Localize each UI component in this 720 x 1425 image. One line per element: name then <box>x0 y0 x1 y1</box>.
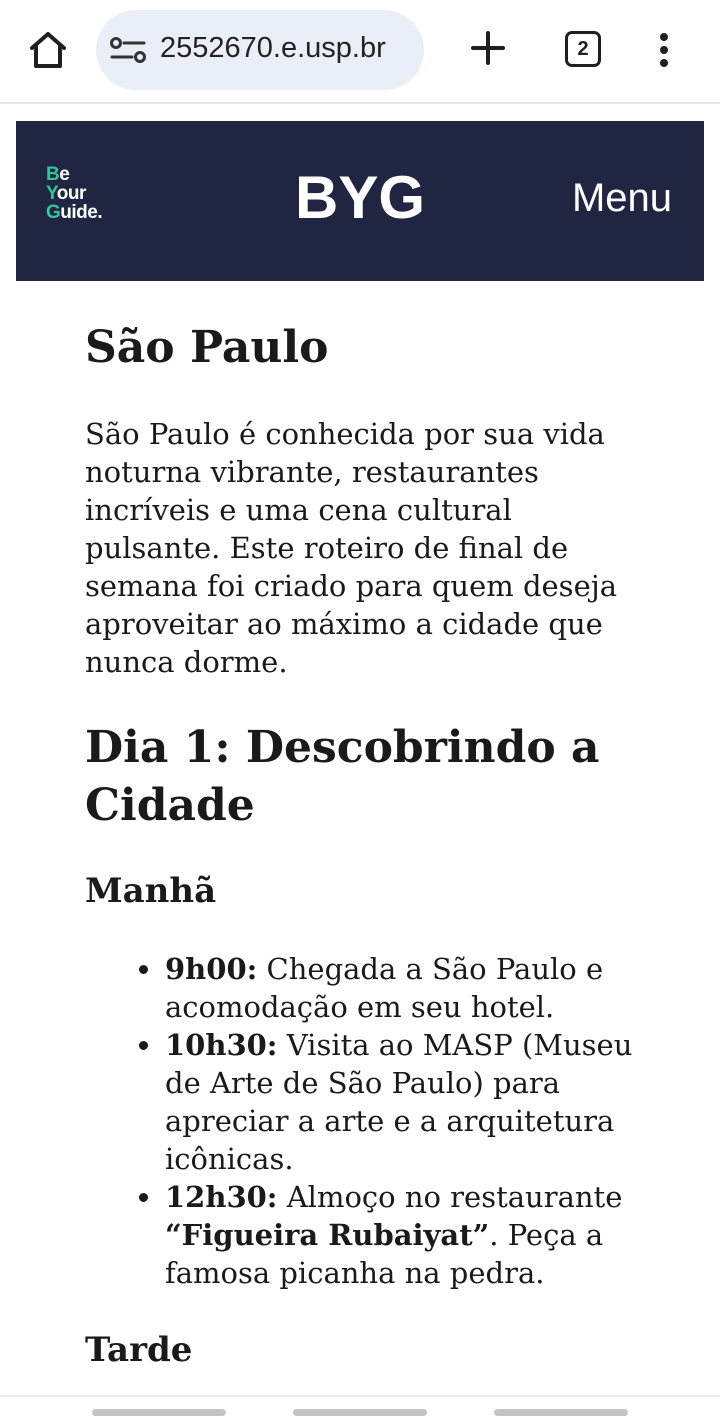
url-text: 2552670.e.usp.br <box>160 32 386 64</box>
list-item: 12h30: Almoço no restaurante “Figueira R… <box>139 1178 645 1292</box>
item-text: Almoço no restaurante <box>277 1180 623 1214</box>
day-heading: Dia 1: Descobrindo a Cidade <box>85 722 600 831</box>
address-bar[interactable]: 2552670.e.usp.br <box>96 10 424 90</box>
list-item: 9h00: Chegada a São Paulo e acomodação e… <box>139 950 645 1026</box>
morning-list: 9h00: Chegada a São Paulo e acomodação e… <box>139 950 645 1292</box>
morning-heading: Manhã <box>85 871 217 911</box>
item-time: 9h00: <box>165 952 258 986</box>
home-icon[interactable] <box>26 28 70 72</box>
tab-indicator[interactable] <box>92 1409 226 1416</box>
bottom-tab-strip <box>0 1395 720 1425</box>
article: São Paulo São Paulo é conhecida por sua … <box>85 318 645 1372</box>
item-time: 10h30: <box>165 1028 278 1062</box>
brand-title[interactable]: BYG <box>295 164 425 231</box>
plus-icon[interactable] <box>466 26 510 70</box>
tab-count: 2 <box>577 38 589 60</box>
tab-indicator[interactable] <box>494 1409 628 1416</box>
menu-button[interactable]: Menu <box>572 176 672 221</box>
tabs-icon[interactable]: 2 <box>565 31 601 67</box>
page-title: São Paulo <box>85 322 329 373</box>
list-item: 10h30: Visita ao MASP (Museu de Arte de … <box>139 1026 645 1178</box>
more-vert-icon[interactable] <box>650 28 678 72</box>
afternoon-heading: Tarde <box>85 1330 193 1370</box>
intro-paragraph: São Paulo é conhecida por sua vida notur… <box>85 417 618 679</box>
restaurant-name: “Figueira Rubaiyat” <box>165 1218 490 1252</box>
tab-indicator[interactable] <box>293 1409 427 1416</box>
site-header: Be Your Guide. BYG Menu <box>16 121 704 281</box>
browser-toolbar: 2552670.e.usp.br 2 <box>0 0 720 104</box>
site-info-icon[interactable] <box>110 36 146 64</box>
item-time: 12h30: <box>165 1180 278 1214</box>
site-logo[interactable]: Be Your Guide. <box>46 165 136 237</box>
